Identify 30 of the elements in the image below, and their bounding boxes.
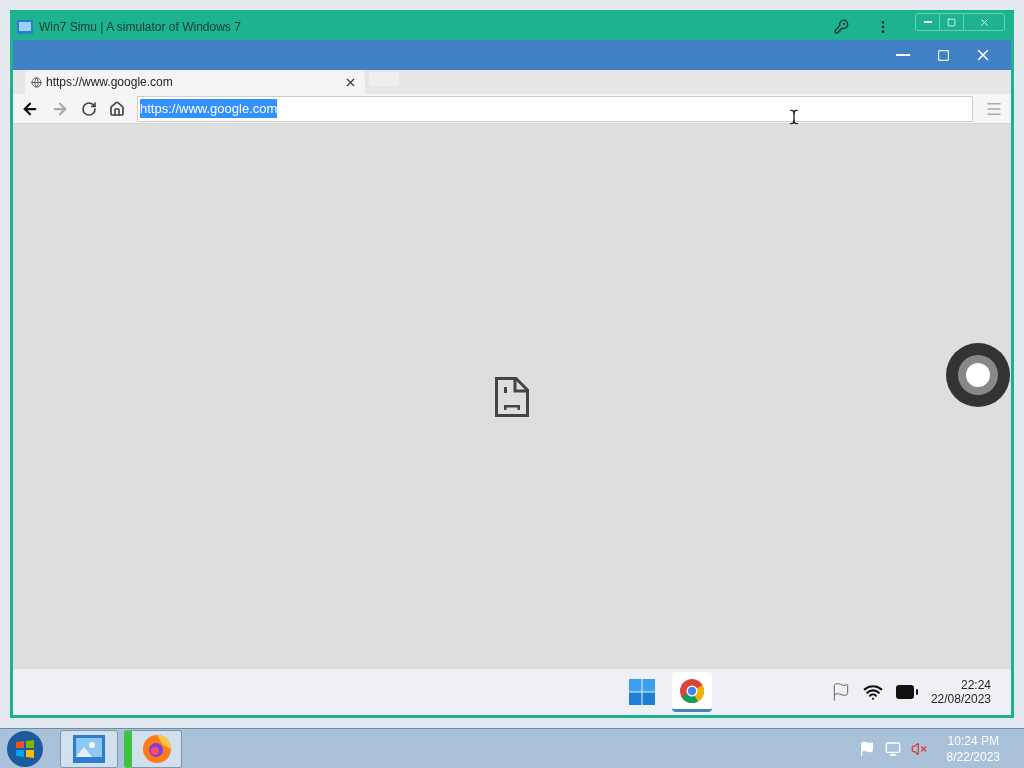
wifi-icon[interactable] [862, 682, 883, 702]
chrome-icon [679, 677, 705, 704]
taskbar-app-button[interactable] [672, 672, 712, 712]
sad-page-icon [495, 376, 529, 417]
address-text: https://www.google.com [140, 98, 278, 119]
clock[interactable]: 22:24 22/08/2023 [930, 678, 991, 706]
window-title: Win7 Simu | A simulator of Windows 7 [39, 18, 241, 36]
tab-title: https://www.google.com [46, 74, 174, 91]
clock-time: 10:24 PM [947, 732, 999, 749]
browser-tab[interactable]: https://www.google.com [25, 70, 365, 94]
close-icon [978, 16, 990, 28]
start-orb-icon[interactable] [6, 729, 44, 768]
maximize-icon [936, 48, 950, 62]
app-icon [17, 18, 33, 35]
clock-date: 8/22/2023 [946, 748, 1000, 765]
minimize-icon [923, 21, 932, 23]
minimize-icon [896, 54, 910, 56]
globe-icon [31, 76, 42, 88]
home-icon[interactable] [109, 100, 125, 117]
taskbar-button[interactable] [124, 729, 182, 768]
clock-time: 22:24 [960, 678, 991, 692]
taskbar-button[interactable] [60, 729, 118, 768]
muted-speaker-icon[interactable] [910, 740, 927, 757]
monitor-picture-icon [72, 733, 106, 764]
windows-logo-icon [628, 678, 656, 706]
reload-icon[interactable] [81, 100, 97, 117]
clock-date: 22/08/2023 [930, 692, 991, 706]
firefox-icon [140, 732, 173, 765]
restore-icon [947, 17, 956, 27]
key-icon[interactable] [834, 19, 849, 34]
